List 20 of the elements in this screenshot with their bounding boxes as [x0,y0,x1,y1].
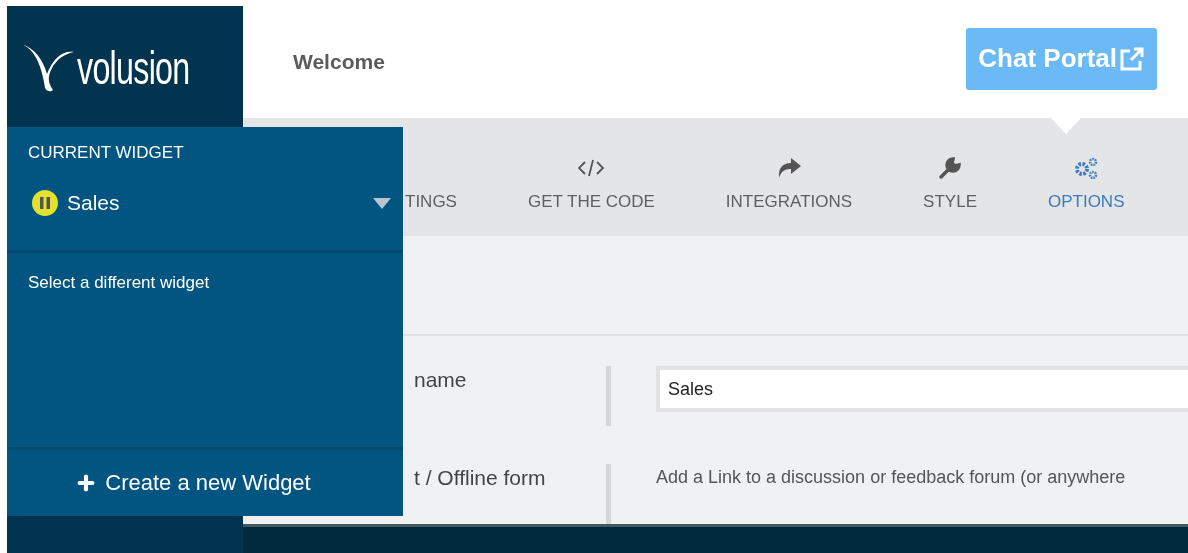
name-field[interactable]: Sales [656,366,1188,413]
caret-icon [373,197,391,209]
field-label: name [414,367,468,393]
gears-icon [1073,156,1100,181]
nav-tab[interactable]: TINGS [405,156,457,213]
nav-tab[interactable]: INTEGRATIONS [725,156,853,213]
nav-tab[interactable]: OPTIONS [1047,156,1125,213]
field-description: Add a Link to a discussion or feedback forum (or anywhere [656,467,1126,489]
menu-heading: CURRENT WIDGET [28,143,184,163]
field-label: t / Offline form [414,465,547,491]
nav-tab[interactable]: STYLE [923,156,977,213]
external-link-icon [1119,45,1145,72]
current-widget-select[interactable]: Sales [28,189,391,217]
code-icon [578,159,605,178]
nav-tab[interactable]: GET THE CODE [527,156,655,213]
wrench-icon [938,156,963,181]
share-arrow-icon [776,157,802,180]
page-title: Welcome [293,49,385,74]
logo-text: volusion [77,40,190,95]
menu-hint: Select a different widget [28,273,210,293]
